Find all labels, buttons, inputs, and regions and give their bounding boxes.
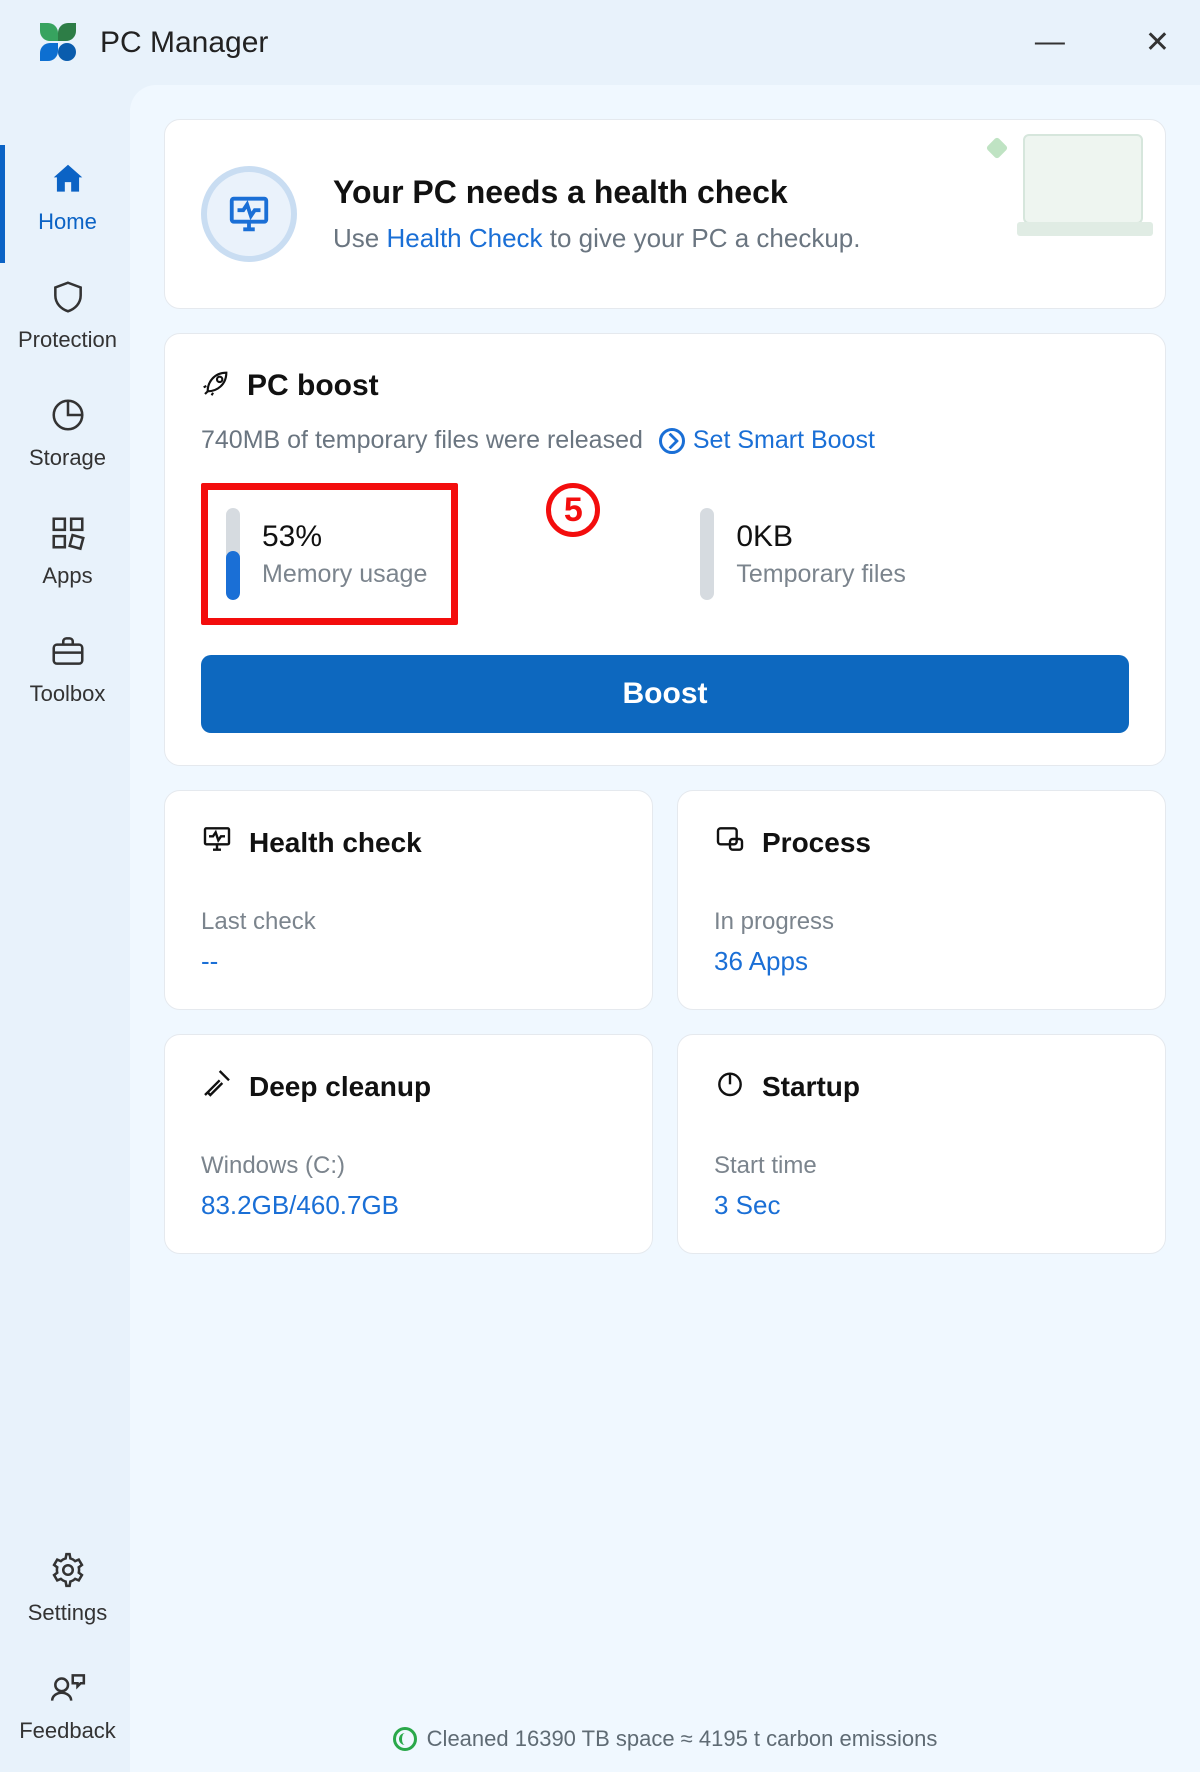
sidebar-item-label: Storage <box>29 445 106 471</box>
cleanup-value: 83.2GB/460.7GB <box>201 1190 616 1221</box>
sidebar-item-label: Feedback <box>19 1718 116 1744</box>
toolbox-icon <box>48 631 88 671</box>
shield-icon <box>48 277 88 317</box>
startup-key: Start time <box>714 1152 1129 1180</box>
gauge-icon <box>659 428 685 454</box>
apps-icon <box>48 513 88 553</box>
hero-title: Your PC needs a health check <box>333 174 861 211</box>
sidebar-item-home[interactable]: Home <box>0 145 130 263</box>
startup-value: 3 Sec <box>714 1190 1129 1221</box>
cleanup-key: Windows (C:) <box>201 1152 616 1180</box>
close-button[interactable]: ✕ <box>1135 21 1180 64</box>
deep-cleanup-tile[interactable]: Deep cleanup Windows (C:) 83.2GB/460.7GB <box>164 1034 653 1254</box>
set-smart-boost-link[interactable]: Set Smart Boost <box>659 426 875 455</box>
temp-files-stat: 0KB Temporary files <box>700 483 906 625</box>
sidebar-item-label: Toolbox <box>30 681 106 707</box>
sidebar-item-feedback[interactable]: Feedback <box>0 1654 130 1772</box>
main-content: Your PC needs a health check Use Health … <box>130 85 1200 1772</box>
app-logo-icon <box>40 23 80 63</box>
sidebar-item-toolbox[interactable]: Toolbox <box>0 617 130 735</box>
memory-pill-icon <box>226 508 240 600</box>
boost-button[interactable]: Boost <box>201 655 1129 733</box>
power-icon <box>714 1067 746 1106</box>
sidebar-item-label: Settings <box>28 1600 108 1626</box>
process-value: 36 Apps <box>714 946 1129 977</box>
startup-tile[interactable]: Startup Start time 3 Sec <box>677 1034 1166 1254</box>
pc-boost-card: PC boost 740MB of temporary files were r… <box>164 333 1166 766</box>
health-check-icon <box>201 823 233 862</box>
sidebar-item-label: Protection <box>18 327 117 353</box>
boost-released-text: 740MB of temporary files were released <box>201 426 643 455</box>
process-tile[interactable]: Process In progress 36 Apps <box>677 790 1166 1010</box>
rocket-icon <box>201 366 233 406</box>
laptop-deco-icon <box>1023 134 1143 224</box>
temp-value: 0KB <box>736 520 906 554</box>
memory-value: 53% <box>262 520 427 554</box>
broom-icon <box>201 1067 233 1106</box>
health-monitor-icon <box>201 166 297 262</box>
annotation-5-icon: 5 <box>546 483 600 537</box>
health-check-tile[interactable]: Health check Last check -- <box>164 790 653 1010</box>
feedback-icon <box>48 1668 88 1708</box>
health-check-link[interactable]: Health Check <box>386 223 542 253</box>
window-controls: — ✕ <box>1025 21 1180 64</box>
temp-label: Temporary files <box>736 560 906 589</box>
gear-icon <box>48 1550 88 1590</box>
temp-pill-icon <box>700 508 714 600</box>
boost-title: PC boost <box>201 366 1129 406</box>
health-key: Last check <box>201 908 616 936</box>
sidebar-item-storage[interactable]: Storage <box>0 381 130 499</box>
sidebar-item-settings[interactable]: Settings <box>0 1536 130 1654</box>
eco-globe-icon <box>393 1727 417 1751</box>
sidebar-item-apps[interactable]: Apps <box>0 499 130 617</box>
hero-subtitle: Use Health Check to give your PC a check… <box>333 223 861 254</box>
health-value: -- <box>201 946 616 977</box>
health-hero-card[interactable]: Your PC needs a health check Use Health … <box>164 119 1166 309</box>
sidebar-item-label: Apps <box>42 563 92 589</box>
process-key: In progress <box>714 908 1129 936</box>
sidebar-item-label: Home <box>38 209 97 235</box>
leaf-deco-icon <box>986 137 1009 160</box>
home-icon <box>48 159 88 199</box>
titlebar: PC Manager — ✕ <box>0 0 1200 85</box>
app-title: PC Manager <box>100 26 268 60</box>
footer-stats: Cleaned 16390 TB space ≈ 4195 t carbon e… <box>130 1726 1200 1752</box>
minimize-button[interactable]: — <box>1025 21 1075 64</box>
memory-usage-stat: 53% Memory usage <box>226 508 427 600</box>
memory-label: Memory usage <box>262 560 427 589</box>
process-icon <box>714 823 746 862</box>
sidebar: Home Protection Storage Apps Toolbox <box>0 85 130 1772</box>
pie-icon <box>48 395 88 435</box>
sidebar-item-protection[interactable]: Protection <box>0 263 130 381</box>
memory-highlight-box: 53% Memory usage <box>201 483 458 625</box>
